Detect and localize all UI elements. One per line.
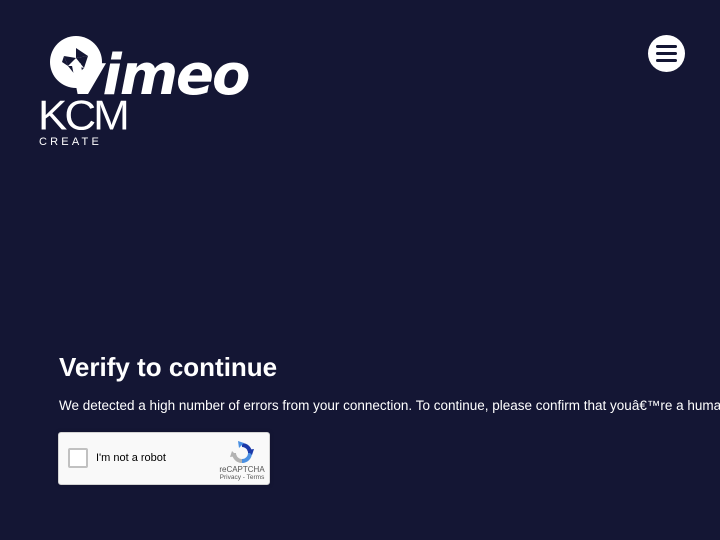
recaptcha-logo-icon (230, 441, 254, 463)
hamburger-menu-icon (656, 45, 677, 48)
recaptcha-terms-link[interactable]: Terms (247, 474, 265, 481)
recaptcha-links: Privacy - Terms (214, 474, 270, 481)
recaptcha-brand: reCAPTCHA (219, 465, 265, 474)
page: vimeo KCM CREATE Verify to continue We d… (0, 0, 720, 540)
page-title: Verify to continue (59, 352, 278, 382)
kcm-logo-subtitle: CREATE (39, 136, 103, 148)
hamburger-menu-icon (656, 52, 677, 55)
recaptcha-widget: I'm not a robot reCAPTCHA Privacy - Term… (58, 432, 270, 485)
kcm-logo-text: KCM (38, 92, 130, 139)
verification-message: We detected a high number of errors from… (59, 398, 720, 413)
recaptcha-privacy-link[interactable]: Privacy (220, 474, 241, 481)
recaptcha-label: I'm not a robot (96, 452, 166, 464)
hamburger-menu-icon (656, 59, 677, 62)
menu-button[interactable] (648, 35, 685, 72)
recaptcha-checkbox[interactable] (68, 448, 88, 468)
